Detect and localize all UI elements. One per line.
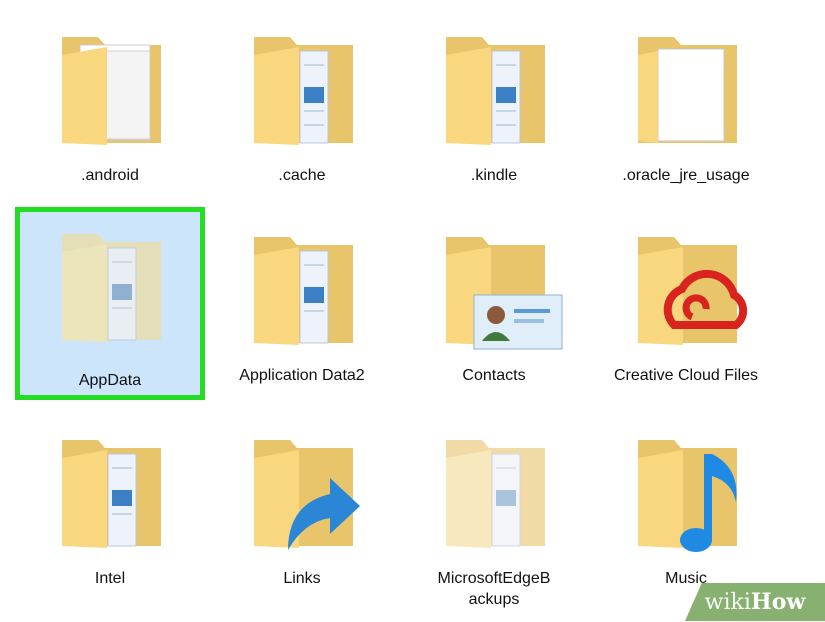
folder-icon bbox=[254, 37, 353, 145]
item-label: Contacts bbox=[462, 367, 526, 384]
folder-android[interactable]: .android bbox=[20, 15, 200, 200]
item-label: .kindle bbox=[470, 167, 518, 184]
folder-appdata[interactable]: AppData bbox=[15, 207, 205, 400]
folder-music[interactable]: Music bbox=[596, 418, 776, 603]
item-label: Links bbox=[283, 570, 321, 587]
folder-icon bbox=[446, 237, 563, 350]
folder-microsoft-edge-backups[interactable]: MicrosoftEdgeBackups bbox=[404, 418, 584, 608]
folder-links[interactable]: Links bbox=[212, 418, 392, 603]
folder-icon bbox=[62, 37, 161, 145]
watermark-part2: How bbox=[750, 589, 806, 615]
folder-icon bbox=[254, 237, 353, 345]
folder-oracle-jre-usage[interactable]: .oracle_jre_usage bbox=[596, 15, 776, 200]
folder-creative-cloud-files[interactable]: Creative Cloud Files bbox=[596, 215, 776, 400]
folder-application-data2[interactable]: Application Data2 bbox=[212, 215, 392, 400]
folder-cache[interactable]: .cache bbox=[212, 15, 392, 200]
folder-icon bbox=[254, 440, 360, 550]
wikihow-watermark: wikiHow bbox=[685, 583, 825, 621]
folder-icon bbox=[62, 234, 161, 342]
folder-icon bbox=[638, 37, 737, 143]
item-label: .android bbox=[81, 167, 139, 184]
folder-icon bbox=[638, 237, 748, 345]
item-label: MicrosoftEdgeBackups bbox=[437, 570, 551, 608]
contact-card-icon bbox=[473, 294, 563, 350]
file-grid: .android .cache .kindle .oracle_jre_usag… bbox=[0, 0, 825, 621]
item-label: Intel bbox=[94, 570, 126, 587]
folder-icon bbox=[446, 37, 545, 145]
folder-icon bbox=[638, 440, 737, 552]
folder-icon bbox=[62, 440, 161, 548]
item-label: AppData bbox=[78, 372, 142, 389]
folder-icon bbox=[446, 440, 545, 548]
item-label: .cache bbox=[278, 167, 326, 184]
folder-contacts[interactable]: Contacts bbox=[404, 215, 584, 400]
item-label: Creative Cloud Files bbox=[613, 367, 759, 384]
item-label: Application Data2 bbox=[239, 367, 365, 384]
folder-intel[interactable]: Intel bbox=[20, 418, 200, 603]
watermark-part1: wiki bbox=[704, 590, 751, 615]
item-label: .oracle_jre_usage bbox=[622, 167, 750, 184]
folder-kindle[interactable]: .kindle bbox=[404, 15, 584, 200]
